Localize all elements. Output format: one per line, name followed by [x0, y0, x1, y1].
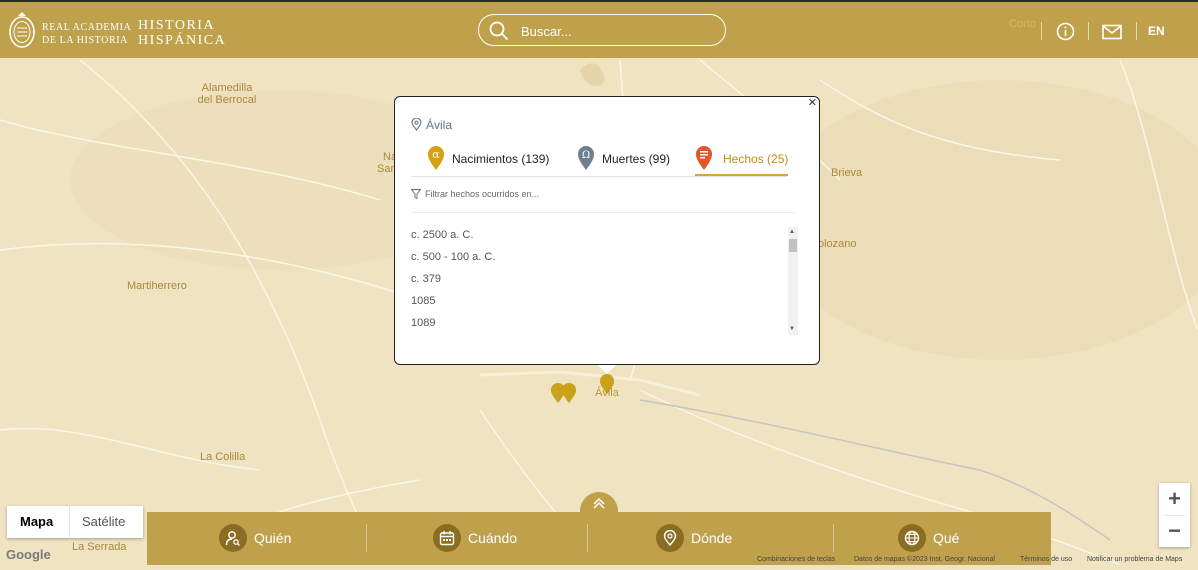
keyboard-shortcuts-link[interactable]: Combinaciones de teclas	[757, 556, 835, 563]
nav-icon-wrap	[433, 524, 461, 552]
map-type-mapa[interactable]: Mapa	[20, 514, 53, 529]
academy-name-line1: REAL ACADEMIA	[42, 22, 132, 33]
location-pin-icon	[663, 530, 677, 546]
zoom-in-button[interactable]: +	[1159, 488, 1190, 510]
search-input[interactable]	[519, 20, 718, 42]
list-item[interactable]: c. 500 - 100 a. C.	[411, 251, 781, 273]
filter-field[interactable]: Filtrar hechos ocurridos en...	[410, 189, 540, 200]
city-label-avila: Ávila	[595, 387, 619, 399]
google-logo[interactable]: Google	[6, 547, 51, 562]
place-label-solozano: olozano	[818, 238, 857, 250]
tab-nacimientos[interactable]: α Nacimientos (139)	[427, 145, 557, 175]
header-divider	[1136, 22, 1137, 40]
place-label-la-serrada: La Serrada	[72, 541, 127, 553]
svg-text:Ω: Ω	[582, 150, 590, 161]
popup-pointer	[597, 364, 617, 374]
top-header: REAL ACADEMIA DE LA HISTORIA HISTORIA HI…	[0, 0, 1198, 58]
nav-icon-wrap	[656, 524, 684, 552]
info-icon[interactable]	[1056, 22, 1075, 41]
place-popup: ✕ Ávila α Nacimientos (139) Ω Muertes (9…	[394, 96, 820, 365]
calendar-icon	[439, 531, 455, 546]
events-pin-icon	[696, 146, 712, 170]
scroll-up-icon[interactable]: ▲	[789, 229, 795, 235]
map-data-attribution: Datos de mapas ©2023 Inst. Geogr. Nacion…	[854, 556, 995, 563]
popup-tabs: α Nacimientos (139) Ω Muertes (99) Hecho…	[411, 145, 788, 177]
terms-link[interactable]: Términos de uso	[1020, 556, 1072, 563]
nav-label: Cuándo	[468, 530, 518, 546]
search-box[interactable]	[478, 14, 726, 46]
nav-divider	[366, 524, 367, 552]
academy-seal-icon	[9, 12, 35, 48]
tab-muertes[interactable]: Ω Muertes (99)	[577, 145, 677, 175]
place-label-alamedilla: Alamedilla del Berrocal	[197, 82, 257, 106]
header-divider	[1088, 22, 1089, 40]
map-marker-cluster[interactable]	[550, 383, 578, 405]
scrollbar-thumb[interactable]	[789, 239, 797, 252]
zoom-out-button[interactable]: −	[1159, 520, 1190, 542]
filter-icon	[410, 189, 422, 200]
nav-label: Quién	[254, 530, 292, 546]
nav-divider	[587, 524, 588, 552]
list-item[interactable]: c. 379	[411, 273, 781, 295]
mail-icon[interactable]	[1102, 24, 1122, 40]
language-toggle[interactable]: EN	[1148, 24, 1165, 38]
tab-label: Muertes (99)	[602, 152, 671, 166]
popup-divider	[411, 212, 795, 213]
header-divider	[1041, 22, 1042, 40]
place-label-martiherrero: Martiherrero	[127, 280, 187, 292]
zoom-divider	[1164, 515, 1185, 516]
scroll-down-icon[interactable]: ▼	[789, 326, 795, 332]
close-icon[interactable]: ✕	[808, 98, 817, 109]
map-type-control: Mapa Satélite	[7, 506, 143, 538]
search-icon	[489, 21, 508, 40]
brand-name-line2: HISPÁNICA	[138, 33, 227, 48]
place-label-brieva: Brieva	[831, 167, 863, 179]
brand-name-line1: HISTORIA	[138, 18, 216, 33]
popup-location: Ávila	[411, 117, 453, 132]
expand-panel-button[interactable]	[580, 492, 618, 514]
nav-divider	[833, 524, 834, 552]
popup-location-name: Ávila	[426, 118, 453, 132]
nav-label: Dónde	[691, 530, 733, 546]
double-chevron-up-icon	[593, 497, 605, 509]
alpha-pin-icon: α	[428, 146, 444, 170]
tab-label: Hechos (25)	[723, 152, 789, 166]
report-problem-link[interactable]: Notificar un problema de Maps	[1087, 556, 1182, 563]
place-label-la-colilla: La Colilla	[200, 451, 246, 463]
person-search-icon	[225, 531, 240, 546]
list-item[interactable]: c. 2500 a. C.	[411, 229, 781, 251]
tab-hechos[interactable]: Hechos (25)	[695, 145, 788, 176]
academy-name-line2: DE LA HISTORIA	[42, 35, 128, 46]
nav-label: Qué	[933, 530, 960, 546]
zoom-control: + −	[1159, 483, 1190, 547]
nav-icon-wrap	[219, 524, 247, 552]
omega-pin-icon: Ω	[578, 146, 594, 170]
location-pin-icon	[411, 117, 422, 131]
events-list: c. 2500 a. C. c. 500 - 100 a. C. c. 379 …	[411, 229, 781, 339]
globe-icon	[904, 530, 920, 546]
list-item[interactable]: 1085	[411, 295, 781, 317]
svg-text:α: α	[432, 148, 440, 161]
filter-placeholder: Filtrar hechos ocurridos en...	[425, 189, 540, 199]
map-type-satelite[interactable]: Satélite	[82, 514, 125, 529]
nav-icon-wrap	[898, 524, 926, 552]
corto-label: Corto	[1009, 18, 1036, 30]
tab-label: Nacimientos (139)	[452, 152, 550, 166]
map-type-divider	[69, 506, 70, 538]
list-item[interactable]: 1089	[411, 317, 781, 339]
list-scrollbar[interactable]: ▲ ▼	[788, 227, 798, 335]
